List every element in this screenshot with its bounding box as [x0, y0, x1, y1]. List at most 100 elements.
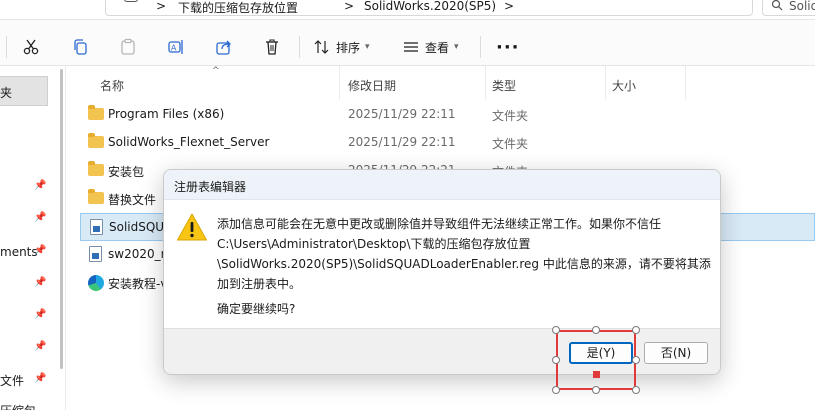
file-date: 2025/11/29 22:11	[348, 107, 456, 121]
navigation-pane: 夹 📌 📌 ments 📌 📌 📌 📌 文件 📌 压缩包	[0, 66, 66, 410]
message-line: 加到注册表中。	[217, 277, 302, 291]
search-icon	[771, 0, 783, 11]
file-type: 文件夹	[492, 137, 529, 151]
registry-editor-dialog: 注册表编辑器 添加信息可能会在无意中更改或删除值并导致组件无法继续正常工作。如果…	[163, 169, 721, 375]
view-icon	[404, 42, 418, 52]
pin-icon[interactable]: 📌	[34, 309, 46, 320]
pin-icon[interactable]: 📌	[34, 245, 46, 256]
resize-handle	[592, 386, 600, 394]
breadcrumb-solidworks-folder[interactable]: SolidWorks.2020(SP5)	[364, 0, 496, 13]
column-header-name[interactable]: 名称	[100, 66, 340, 100]
folder-icon	[88, 189, 104, 204]
cut-button[interactable]	[22, 36, 40, 58]
paste-button[interactable]	[119, 36, 137, 58]
search-input[interactable]: Solid	[762, 0, 815, 16]
view-button[interactable]: 查看 ▾	[403, 36, 459, 58]
reg-file-icon	[90, 219, 103, 235]
column-label: 修改日期	[348, 79, 397, 93]
search-placeholder: Solid	[789, 0, 815, 13]
address-separator: >	[504, 0, 515, 13]
dialog-footer: 是(Y) 否(N)	[164, 328, 720, 374]
file-name: sw2020_n	[108, 247, 169, 261]
resize-handle	[552, 356, 560, 364]
column-header-date[interactable]: 修改日期	[348, 66, 486, 100]
nav-item-selected[interactable]: 夹	[0, 76, 48, 106]
file-name: 安装教程-v	[108, 277, 168, 291]
no-button[interactable]: 否(N)	[644, 342, 708, 364]
file-name: SolidWorks_Flexnet_Server	[108, 135, 270, 149]
nav-scrollbar[interactable]	[60, 69, 63, 369]
resize-handle	[632, 326, 640, 334]
column-label: 类型	[492, 79, 517, 93]
annotation-highlight-box	[556, 330, 636, 390]
nav-item-files[interactable]: 文件	[0, 372, 24, 389]
folder-icon	[88, 161, 104, 176]
message-line: \SolidWorks.2020(SP5)\SolidSQUADLoaderEn…	[217, 257, 711, 271]
file-name: 安装包	[108, 165, 145, 179]
sort-icon	[314, 40, 329, 54]
file-row[interactable]: Program Files (x86) 2025/11/29 22:11 文件夹	[80, 101, 815, 129]
share-icon	[216, 40, 231, 55]
dialog-message: 添加信息可能会在无意中更改或删除值并导致组件无法继续正常工作。如果你不信任 C:…	[217, 214, 712, 294]
address-bar[interactable]: > 下载的压缩包存放位置 > SolidWorks.2020(SP5) >	[105, 0, 753, 16]
resize-handle	[552, 326, 560, 334]
sort-label: 排序	[336, 40, 361, 55]
toolbar-divider	[6, 36, 7, 58]
share-button[interactable]	[215, 36, 233, 58]
cut-icon	[23, 39, 39, 55]
dialog-title-bar[interactable]: 注册表编辑器	[164, 170, 720, 200]
breadcrumb-download-folder[interactable]: 下载的压缩包存放位置	[178, 0, 298, 16]
file-type: 文件夹	[492, 109, 529, 123]
delete-icon	[266, 39, 278, 55]
nav-item-documents[interactable]: ments	[0, 245, 38, 259]
toolbar-divider	[480, 36, 481, 58]
nav-item-label: 夹	[0, 86, 13, 100]
pin-icon[interactable]: 📌	[34, 277, 46, 288]
dialog-confirm-text: 确定要继续吗?	[217, 302, 296, 316]
address-separator: >	[344, 0, 355, 13]
warning-icon	[177, 213, 207, 241]
reg-file-icon	[89, 246, 102, 262]
rename-button[interactable]: A	[167, 36, 185, 58]
chevron-down-icon: ▾	[454, 42, 459, 52]
toolbar-divider	[299, 36, 300, 58]
file-name: 替换文件	[108, 193, 157, 207]
address-strip: > 下载的压缩包存放位置 > SolidWorks.2020(SP5) > So…	[0, 0, 815, 20]
column-label: 大小	[612, 79, 637, 93]
pin-icon[interactable]: 📌	[34, 341, 46, 352]
copy-icon	[74, 39, 87, 55]
pin-icon[interactable]: 📌	[34, 373, 46, 384]
folder-icon	[88, 133, 104, 148]
message-line: C:\Users\Administrator\Desktop\下载的压缩包存放位…	[217, 237, 531, 251]
delete-button[interactable]	[263, 36, 281, 58]
sort-button[interactable]: 排序 ▾	[314, 36, 370, 58]
file-row[interactable]: SolidWorks_Flexnet_Server 2025/11/29 22:…	[80, 129, 815, 157]
resize-handle	[632, 356, 640, 364]
copy-button[interactable]	[71, 36, 89, 58]
command-bar: A 排序 ▾ 查看 ▾ ···	[0, 20, 815, 66]
file-date: 2025/11/29 22:11	[348, 135, 456, 149]
column-header-size[interactable]: 大小	[612, 66, 686, 100]
pin-icon[interactable]: 📌	[34, 180, 46, 191]
more-icon: ···	[496, 36, 520, 58]
annotation-anchor	[593, 371, 600, 378]
resize-handle	[592, 326, 600, 334]
view-label: 查看	[425, 40, 450, 55]
resize-handle	[552, 386, 560, 394]
rename-icon: A	[168, 40, 183, 54]
svg-text:A: A	[171, 44, 177, 53]
message-line: 添加信息可能会在无意中更改或删除值并导致组件无法继续正常工作。如果你不信任	[217, 217, 662, 231]
chevron-down-icon: ▾	[365, 42, 370, 52]
nav-item-archives[interactable]: 压缩包	[0, 402, 36, 410]
file-name: Program Files (x86)	[108, 107, 225, 121]
column-label: 名称	[100, 79, 125, 93]
paste-icon	[121, 38, 135, 55]
address-separator: >	[156, 0, 167, 13]
column-header-type[interactable]: 类型	[492, 66, 606, 100]
resize-handle	[632, 386, 640, 394]
pin-icon[interactable]: 📌	[34, 212, 46, 223]
dialog-title: 注册表编辑器	[174, 180, 247, 194]
folder-icon	[88, 105, 104, 120]
more-options-button[interactable]: ···	[496, 36, 520, 58]
this-pc-icon	[124, 0, 138, 2]
